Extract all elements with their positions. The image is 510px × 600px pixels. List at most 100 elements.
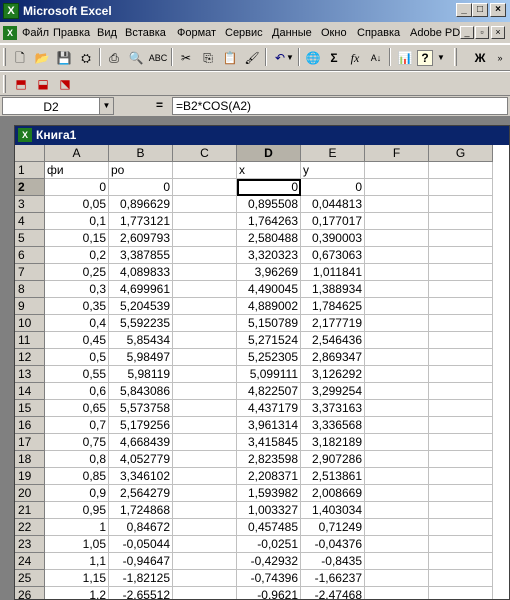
cell-g25[interactable] bbox=[429, 570, 493, 587]
cell-g20[interactable] bbox=[429, 485, 493, 502]
cell-f9[interactable] bbox=[365, 298, 429, 315]
cell-a11[interactable]: 0,45 bbox=[45, 332, 109, 349]
sort-ascending-icon[interactable]: A↓ bbox=[366, 48, 386, 68]
maximize-button[interactable]: □ bbox=[472, 3, 488, 17]
menu-file[interactable]: Файл bbox=[22, 27, 49, 39]
cell-e5[interactable]: 0,390003 bbox=[301, 230, 365, 247]
cell-e14[interactable]: 3,299254 bbox=[301, 383, 365, 400]
cell-a24[interactable]: 1,1 bbox=[45, 553, 109, 570]
row-header[interactable]: 20 bbox=[15, 485, 45, 502]
print-icon[interactable]: ⎙ bbox=[104, 48, 124, 68]
cell-f8[interactable] bbox=[365, 281, 429, 298]
cell-d12[interactable]: 5,252305 bbox=[237, 349, 301, 366]
cell-f21[interactable] bbox=[365, 502, 429, 519]
cell-d3[interactable]: 0,895508 bbox=[237, 196, 301, 213]
cell-d6[interactable]: 3,320323 bbox=[237, 247, 301, 264]
cell-b24[interactable]: -0,94647 bbox=[109, 553, 173, 570]
cell-a18[interactable]: 0,8 bbox=[45, 451, 109, 468]
cell-b8[interactable]: 4,699961 bbox=[109, 281, 173, 298]
column-header-g[interactable]: G bbox=[429, 145, 493, 162]
menu-view[interactable]: Вид bbox=[97, 27, 117, 39]
row-header[interactable]: 15 bbox=[15, 400, 45, 417]
cell-d26[interactable]: -0,9621 bbox=[237, 587, 301, 599]
cell-f7[interactable] bbox=[365, 264, 429, 281]
cell-f13[interactable] bbox=[365, 366, 429, 383]
cell-b16[interactable]: 5,179256 bbox=[109, 417, 173, 434]
cell-b3[interactable]: 0,896629 bbox=[109, 196, 173, 213]
copy-icon[interactable]: ⎘ bbox=[198, 48, 218, 68]
cell-b13[interactable]: 5,98119 bbox=[109, 366, 173, 383]
cell-a15[interactable]: 0,65 bbox=[45, 400, 109, 417]
cell-f12[interactable] bbox=[365, 349, 429, 366]
row-header[interactable]: 10 bbox=[15, 315, 45, 332]
cell-b22[interactable]: 0,84672 bbox=[109, 519, 173, 536]
cell-g19[interactable] bbox=[429, 468, 493, 485]
cell-f6[interactable] bbox=[365, 247, 429, 264]
bold-button[interactable]: Ж bbox=[470, 48, 490, 68]
row-header[interactable]: 21 bbox=[15, 502, 45, 519]
cell-b4[interactable]: 1,773121 bbox=[109, 213, 173, 230]
cell-f26[interactable] bbox=[365, 587, 429, 599]
column-header-b[interactable]: B bbox=[109, 145, 173, 162]
cell-a19[interactable]: 0,85 bbox=[45, 468, 109, 485]
cell-c26[interactable] bbox=[173, 587, 237, 599]
cell-b18[interactable]: 4,052779 bbox=[109, 451, 173, 468]
cell-a20[interactable]: 0,9 bbox=[45, 485, 109, 502]
doc-restore-button[interactable]: ▫ bbox=[475, 26, 489, 39]
row-header[interactable]: 4 bbox=[15, 213, 45, 230]
cell-g4[interactable] bbox=[429, 213, 493, 230]
cell-g15[interactable] bbox=[429, 400, 493, 417]
cell-c16[interactable] bbox=[173, 417, 237, 434]
cell-c13[interactable] bbox=[173, 366, 237, 383]
cell-b19[interactable]: 3,346102 bbox=[109, 468, 173, 485]
cell-b14[interactable]: 5,843086 bbox=[109, 383, 173, 400]
column-header-c[interactable]: C bbox=[173, 145, 237, 162]
cell-c9[interactable] bbox=[173, 298, 237, 315]
cell-a3[interactable]: 0,05 bbox=[45, 196, 109, 213]
cell-b11[interactable]: 5,85434 bbox=[109, 332, 173, 349]
cell-e2[interactable]: 0 bbox=[301, 179, 365, 196]
cell-d13[interactable]: 5,099111 bbox=[237, 366, 301, 383]
doc-close-button[interactable]: × bbox=[491, 26, 505, 39]
cell-a7[interactable]: 0,25 bbox=[45, 264, 109, 281]
menu-format[interactable]: Формат bbox=[177, 27, 216, 39]
cell-d2[interactable]: 0 bbox=[237, 179, 301, 196]
cell-b7[interactable]: 4,089833 bbox=[109, 264, 173, 281]
print-preview-icon[interactable]: 🔍 bbox=[126, 48, 146, 68]
open-folder-icon[interactable]: 📂 bbox=[32, 48, 52, 68]
cell-c25[interactable] bbox=[173, 570, 237, 587]
cell-c8[interactable] bbox=[173, 281, 237, 298]
formula-input[interactable]: =B2*COS(A2) bbox=[172, 97, 508, 115]
cell-c17[interactable] bbox=[173, 434, 237, 451]
cell-d22[interactable]: 0,457485 bbox=[237, 519, 301, 536]
minimize-button[interactable]: _ bbox=[456, 3, 472, 17]
cell-c18[interactable] bbox=[173, 451, 237, 468]
cell-e21[interactable]: 1,403034 bbox=[301, 502, 365, 519]
cell-a10[interactable]: 0,4 bbox=[45, 315, 109, 332]
cell-c7[interactable] bbox=[173, 264, 237, 281]
paste-icon[interactable]: 📋 bbox=[220, 48, 240, 68]
row-header[interactable]: 22 bbox=[15, 519, 45, 536]
column-header-e[interactable]: E bbox=[301, 145, 365, 162]
permission-icon[interactable]: ⛭ bbox=[76, 48, 96, 68]
cell-c15[interactable] bbox=[173, 400, 237, 417]
menu-adobe-pdf[interactable]: Adobe PDF bbox=[410, 27, 467, 39]
cell-a16[interactable]: 0,7 bbox=[45, 417, 109, 434]
row-header[interactable]: 7 bbox=[15, 264, 45, 281]
cell-c11[interactable] bbox=[173, 332, 237, 349]
column-header-f[interactable]: F bbox=[365, 145, 429, 162]
cell-d17[interactable]: 3,415845 bbox=[237, 434, 301, 451]
cell-b5[interactable]: 2,609793 bbox=[109, 230, 173, 247]
cell-g11[interactable] bbox=[429, 332, 493, 349]
cell-a21[interactable]: 0,95 bbox=[45, 502, 109, 519]
cell-f14[interactable] bbox=[365, 383, 429, 400]
doc-minimize-button[interactable]: _ bbox=[460, 26, 474, 39]
row-header[interactable]: 8 bbox=[15, 281, 45, 298]
toolbar-grip[interactable] bbox=[3, 48, 6, 66]
row-header[interactable]: 6 bbox=[15, 247, 45, 264]
cell-b17[interactable]: 4,668439 bbox=[109, 434, 173, 451]
cell-d8[interactable]: 4,490045 bbox=[237, 281, 301, 298]
toolbar-options-icon[interactable]: » bbox=[490, 48, 510, 68]
cell-a8[interactable]: 0,3 bbox=[45, 281, 109, 298]
cell-a25[interactable]: 1,15 bbox=[45, 570, 109, 587]
